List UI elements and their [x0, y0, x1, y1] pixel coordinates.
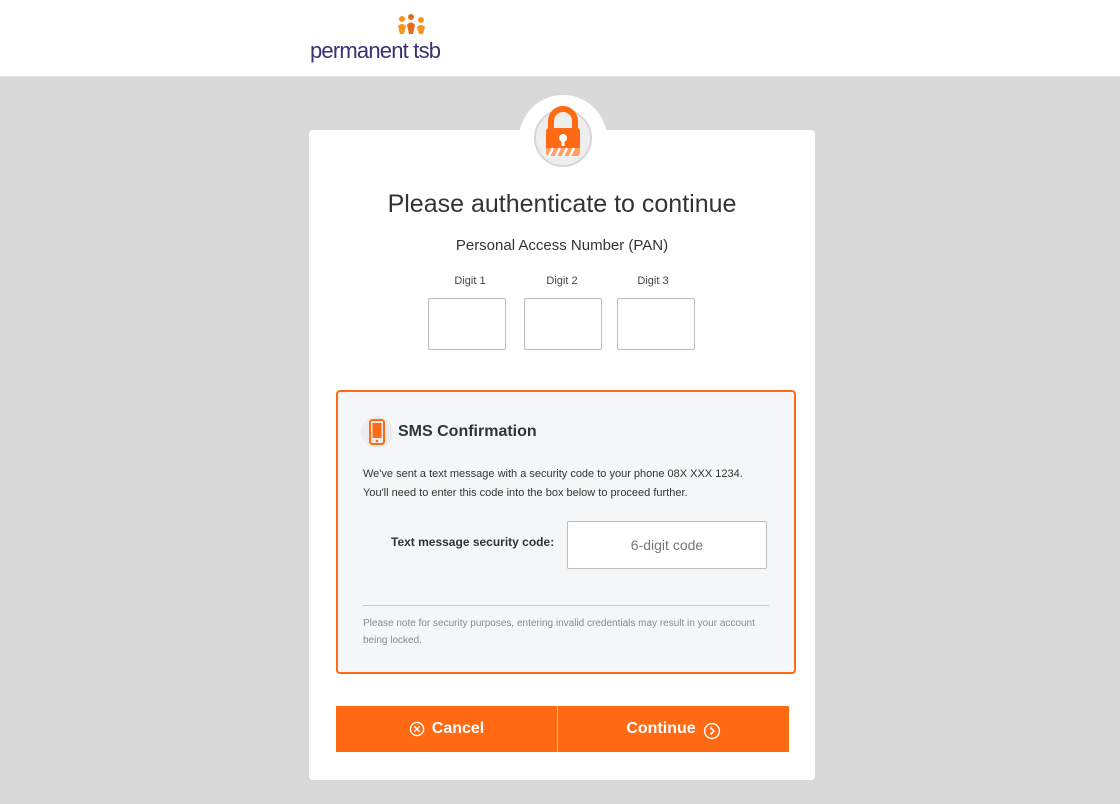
- permanent-tsb-logo[interactable]: permanent tsb: [308, 14, 448, 64]
- logo-text: permanent tsb: [310, 38, 441, 63]
- pan-label: Personal Access Number (PAN): [455, 237, 669, 254]
- divider: [363, 605, 769, 606]
- security-note: Please note for security purposes, enter…: [363, 618, 755, 646]
- site-header: permanent tsb: [0, 0, 1120, 77]
- sms-message-line-2: You'll need to enter this code into the …: [363, 487, 688, 499]
- lock-badge: [519, 95, 607, 183]
- security-code-input[interactable]: [567, 521, 767, 569]
- page-title: Please authenticate to continue: [387, 190, 737, 218]
- circle-chevron-right-icon: [703, 722, 720, 740]
- mobile-phone-icon: [361, 416, 393, 448]
- digit-1-label: Digit 1: [454, 275, 486, 287]
- cancel-button[interactable]: Cancel: [336, 706, 557, 752]
- circle-x-icon: [409, 721, 425, 737]
- padlock-icon: [534, 106, 592, 167]
- digit-2-input[interactable]: [524, 298, 602, 350]
- continue-button[interactable]: Continue: [557, 706, 789, 752]
- sms-title: SMS Confirmation: [398, 423, 537, 440]
- sms-message-line-1: We've sent a text message with a securit…: [363, 468, 743, 480]
- digit-3-label: Digit 3: [637, 275, 669, 287]
- digit-3-input[interactable]: [617, 298, 695, 350]
- digit-1-input[interactable]: [428, 298, 506, 350]
- cancel-label: Cancel: [431, 720, 485, 737]
- continue-label: Continue: [626, 720, 696, 737]
- people-logo-icon: [398, 14, 425, 34]
- digit-2-label: Digit 2: [546, 275, 578, 287]
- security-code-label: Text message security code:: [391, 535, 555, 549]
